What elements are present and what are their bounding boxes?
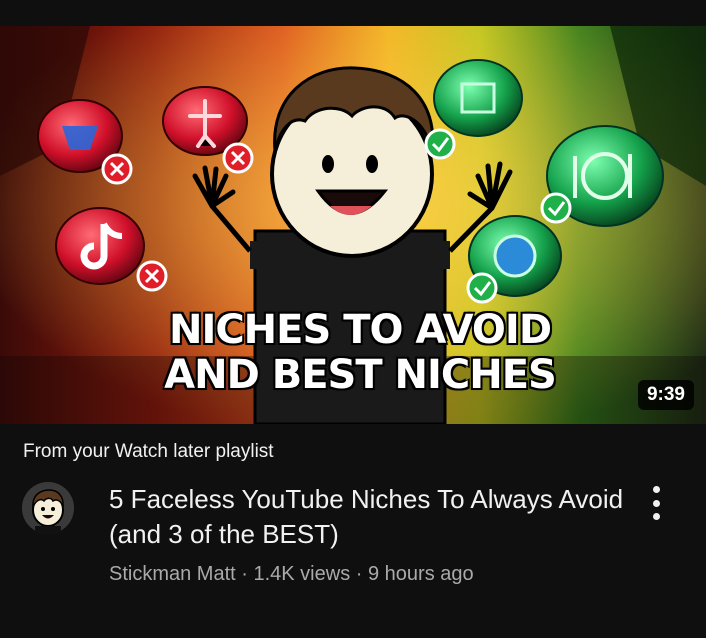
video-title[interactable]: 5 Faceless YouTube Niches To Always Avoi… [109,482,629,552]
more-dot [652,486,660,493]
meta-separator: · [235,563,254,585]
duration-badge: 9:39 [637,380,694,410]
more-dot [652,513,660,520]
more-vertical-icon[interactable] [640,484,672,522]
thumbnail-title-text: NICHES TO AVOID AND BEST NICHES [164,307,557,398]
video-thumbnail[interactable]: NICHES TO AVOID AND BEST NICHES 9:39 [0,26,706,424]
channel-avatar[interactable] [22,482,74,534]
meta-separator: · [350,563,368,585]
playlist-source-label: From your Watch later playlist [23,441,274,462]
upload-age: 9 hours ago [367,563,474,585]
video-metadata: Stickman Matt · 1.4K views · 9 hours ago [109,563,474,586]
view-count: 1.4K views [253,563,351,585]
video-card[interactable]: NICHES TO AVOID AND BEST NICHES 9:39 Fro… [0,0,706,638]
more-dot [652,499,660,507]
stickman-avatar-icon [22,482,74,534]
channel-name[interactable]: Stickman Matt [109,563,236,585]
